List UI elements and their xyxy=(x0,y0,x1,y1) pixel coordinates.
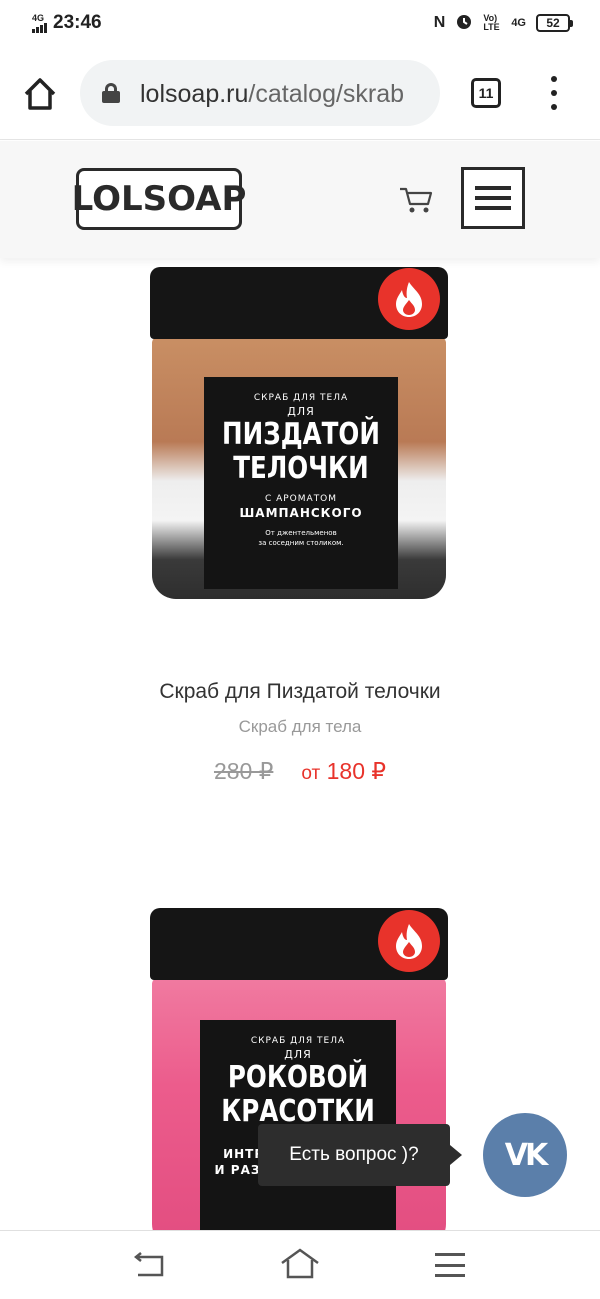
label-footer2: за соседним столиком. xyxy=(258,539,344,547)
vk-icon: VK xyxy=(504,1137,549,1173)
vk-chat-button[interactable]: VK xyxy=(483,1113,567,1197)
volte-icon: Vo) LTE xyxy=(483,12,500,32)
price-value: 180 ₽ xyxy=(326,758,387,784)
product-title[interactable]: Скраб для Пиздатой телочки xyxy=(0,680,600,704)
fire-icon xyxy=(378,910,440,972)
label-line1: ПИЗДАТОЙ xyxy=(222,417,380,452)
lock-icon xyxy=(102,83,120,103)
label-aroma-name: ШАМПАНСКОГО xyxy=(239,506,363,520)
product-image[interactable]: СКРАБ ДЛЯ ТЕЛА ДЛЯ ПИЗДАТОЙ ТЕЛОЧКИ С АР… xyxy=(100,262,500,607)
chat-tooltip[interactable]: Есть вопрос )? xyxy=(258,1124,462,1186)
battery-icon: 52 xyxy=(536,13,573,32)
chat-tooltip-text: Есть вопрос )? xyxy=(289,1144,419,1165)
system-nav-bar xyxy=(0,1230,600,1299)
url-domain: lolsoap.ru xyxy=(140,80,249,108)
label-footer1: От джентельменов xyxy=(265,529,337,537)
battery-level: 52 xyxy=(546,15,560,30)
site-header: LOLSOAP xyxy=(0,141,600,258)
home-icon[interactable] xyxy=(20,74,60,114)
signal-icon: 4G xyxy=(32,12,47,33)
network-type: 4G xyxy=(32,12,45,23)
back-icon[interactable] xyxy=(132,1251,166,1279)
tab-switcher-button[interactable]: 11 xyxy=(471,78,501,108)
logo-text: LOLSOAP xyxy=(71,179,247,219)
mobile-data-icon: 4G xyxy=(511,16,526,29)
product-prices: 280 ₽ от 180 ₽ xyxy=(0,758,600,785)
label-line1: РОКОВОЙ xyxy=(227,1060,369,1095)
current-price: от 180 ₽ xyxy=(301,758,386,785)
label-line2: ТЕЛОЧКИ xyxy=(233,451,369,486)
hamburger-menu-button[interactable] xyxy=(461,167,525,229)
old-price: 280 ₽ xyxy=(213,758,274,784)
label-aroma: С АРОМАТОМ xyxy=(264,494,338,504)
alarm-icon xyxy=(455,12,473,33)
label-top-text: СКРАБ ДЛЯ ТЕЛА xyxy=(250,1036,346,1046)
address-bar[interactable]: lolsoap.ru/catalog/skrab xyxy=(80,60,440,126)
product-category: Скраб для тела xyxy=(238,717,362,736)
nav-home-icon[interactable] xyxy=(280,1247,320,1279)
status-bar: 4G 23:46 N Vo) LTE 4G 52 xyxy=(0,0,600,48)
url-path: /catalog/skrab xyxy=(248,80,405,108)
site-logo[interactable]: LOLSOAP xyxy=(72,168,246,230)
clock: 23:46 xyxy=(53,12,102,33)
url-text: lolsoap.ru/catalog/skrab xyxy=(140,80,404,109)
browser-toolbar: lolsoap.ru/catalog/skrab 11 xyxy=(0,48,600,140)
nfc-icon: N xyxy=(433,13,446,31)
fire-icon xyxy=(378,268,440,330)
price-prefix: от xyxy=(301,763,321,784)
recent-apps-icon[interactable] xyxy=(435,1253,465,1277)
more-menu-icon[interactable] xyxy=(544,76,564,110)
label-top-text: СКРАБ ДЛЯ ТЕЛА xyxy=(253,393,349,403)
cart-icon[interactable] xyxy=(398,186,434,214)
product-label: СКРАБ ДЛЯ ТЕЛА ДЛЯ ПИЗДАТОЙ ТЕЛОЧКИ С АР… xyxy=(204,377,398,589)
tab-count: 11 xyxy=(478,85,494,101)
